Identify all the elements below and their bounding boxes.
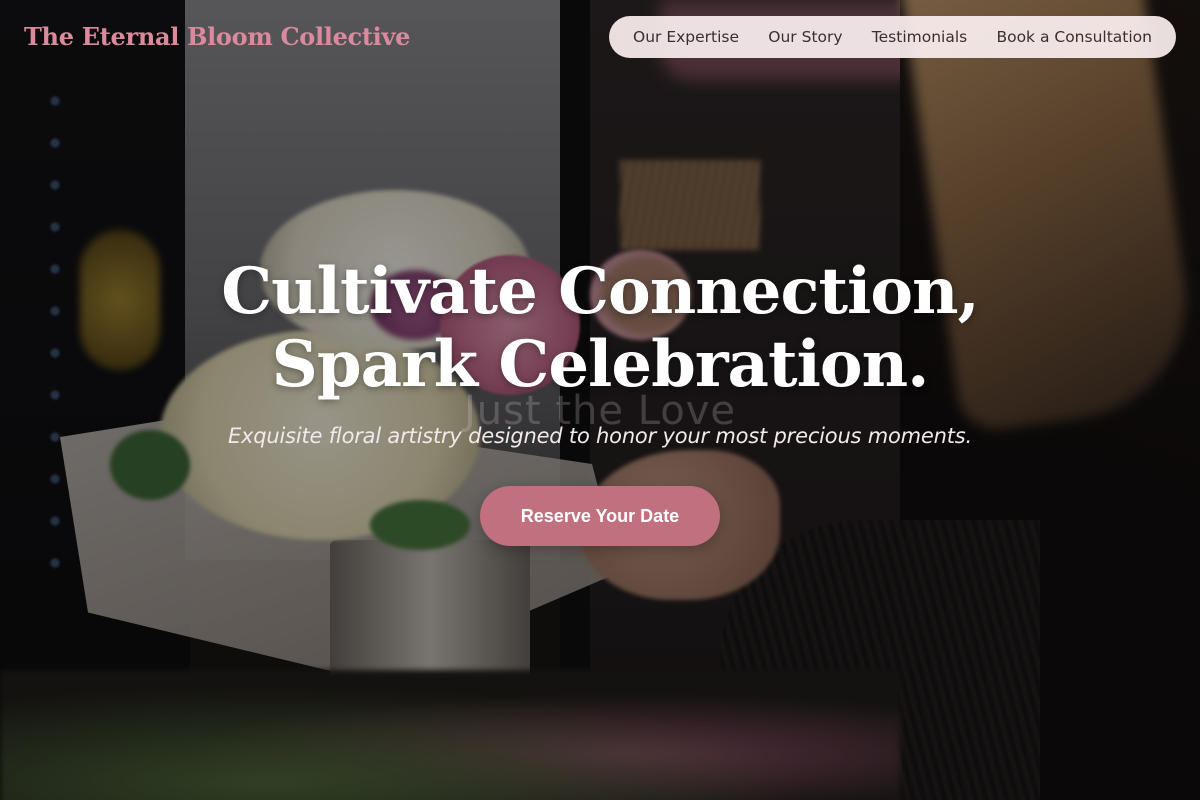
hero-subtitle: Exquisite floral artistry designed to ho… xyxy=(227,424,973,448)
brand-logo[interactable]: The Eternal Bloom Collective xyxy=(24,22,410,51)
hero-title: Cultivate Connection, Spark Celebration. xyxy=(0,255,1200,401)
nav-item-our-expertise[interactable]: Our Expertise xyxy=(633,28,739,46)
reserve-date-button[interactable]: Reserve Your Date xyxy=(480,486,720,546)
main-nav: Our Expertise Our Story Testimonials Boo… xyxy=(609,16,1176,58)
hero-title-line-1: Cultivate Connection, xyxy=(221,254,980,329)
nav-item-our-story[interactable]: Our Story xyxy=(768,28,842,46)
nav-item-book-consultation[interactable]: Book a Consultation xyxy=(996,28,1152,46)
nav-item-testimonials[interactable]: Testimonials xyxy=(872,28,967,46)
